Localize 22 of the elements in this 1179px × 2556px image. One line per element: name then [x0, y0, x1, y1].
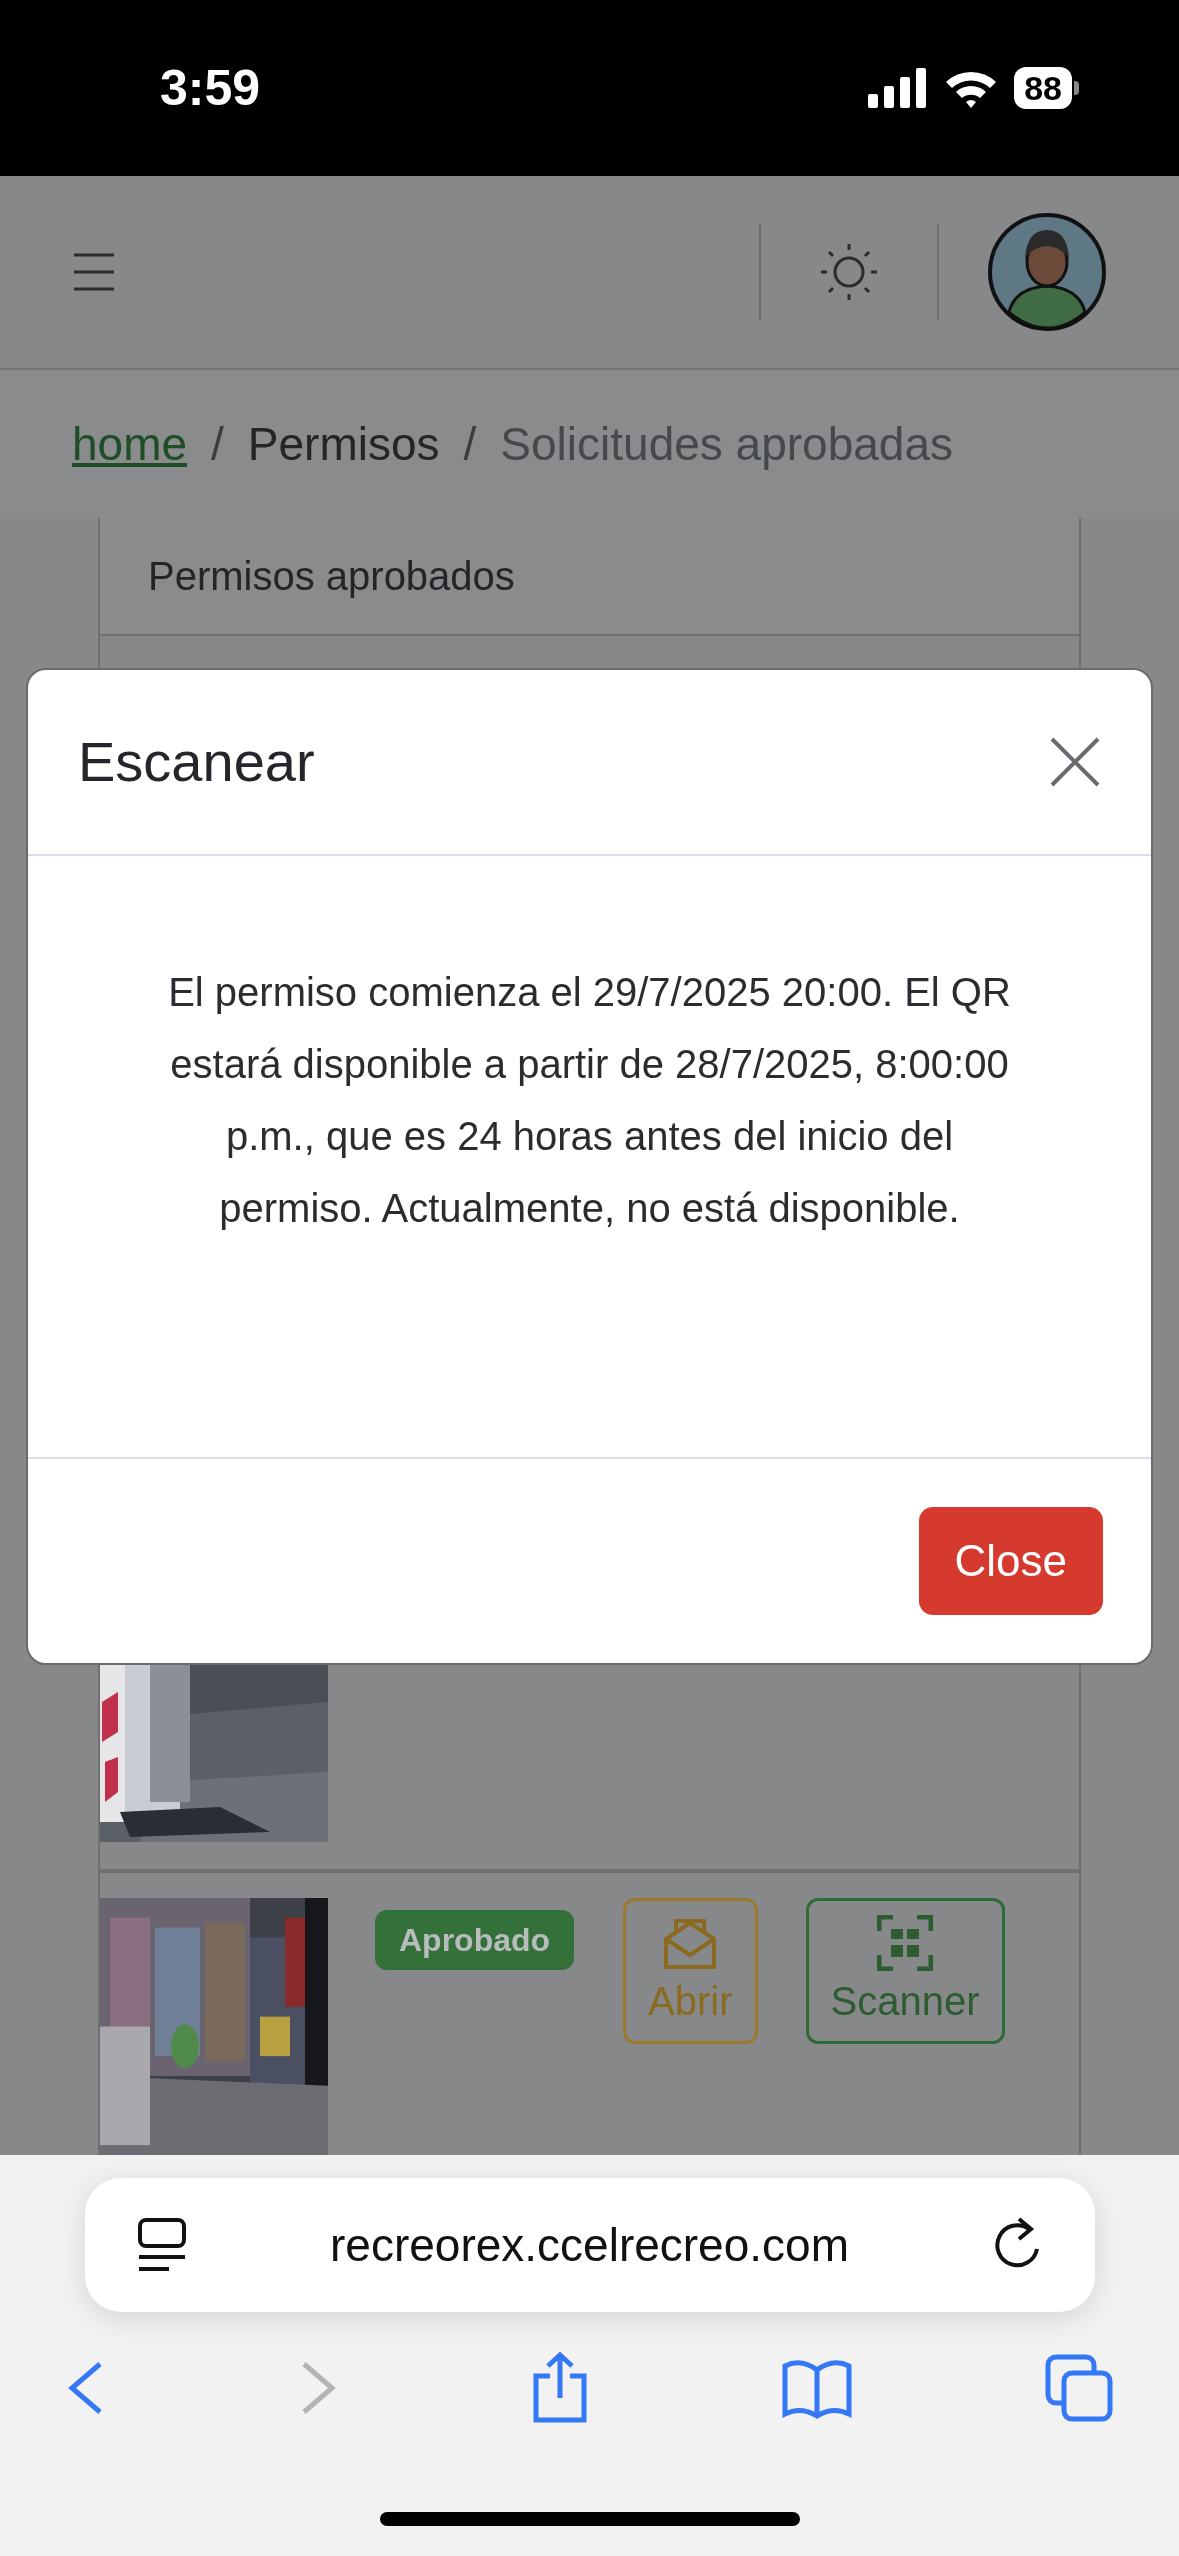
status-time: 3:59	[160, 58, 261, 118]
signal-icon	[868, 68, 929, 108]
modal-title: Escanear	[78, 729, 315, 795]
card-title: Permisos aprobados	[148, 553, 515, 600]
menu-icon[interactable]	[72, 252, 116, 292]
reader-icon[interactable]	[136, 2217, 187, 2273]
breadcrumb-item: Solicitudes aprobadas	[500, 416, 953, 472]
tabs-icon[interactable]	[1045, 2354, 1113, 2422]
close-icon[interactable]	[1049, 736, 1101, 788]
breadcrumb-link[interactable]: home	[72, 409, 188, 479]
breadcrumb-separator: /	[463, 416, 477, 472]
scanner-button[interactable]: Scanner	[805, 1898, 1005, 2044]
modal-message: El permiso comienza el 29/7/2025 20:00. El QR estará disponible a partir de 28/7/2025, 8:00:00 p.m., que es 24 horas antes del inicio del permiso. Actualmente, no está disponible.	[167, 969, 1012, 1232]
url-bar[interactable]: recreorex.ccelrecreo.com	[84, 2178, 1095, 2312]
close-button[interactable]: Close	[918, 1507, 1103, 1615]
status-badge: Aprobado	[375, 1910, 575, 1970]
avatar-icon[interactable]	[987, 212, 1107, 332]
breadcrumb-separator: /	[211, 416, 224, 472]
qr-scan-icon	[877, 1915, 934, 1971]
url-text: recreorex.ccelrecreo.com	[329, 2217, 850, 2273]
breadcrumb-item: Permisos	[247, 416, 440, 472]
sun-icon[interactable]	[819, 242, 879, 302]
